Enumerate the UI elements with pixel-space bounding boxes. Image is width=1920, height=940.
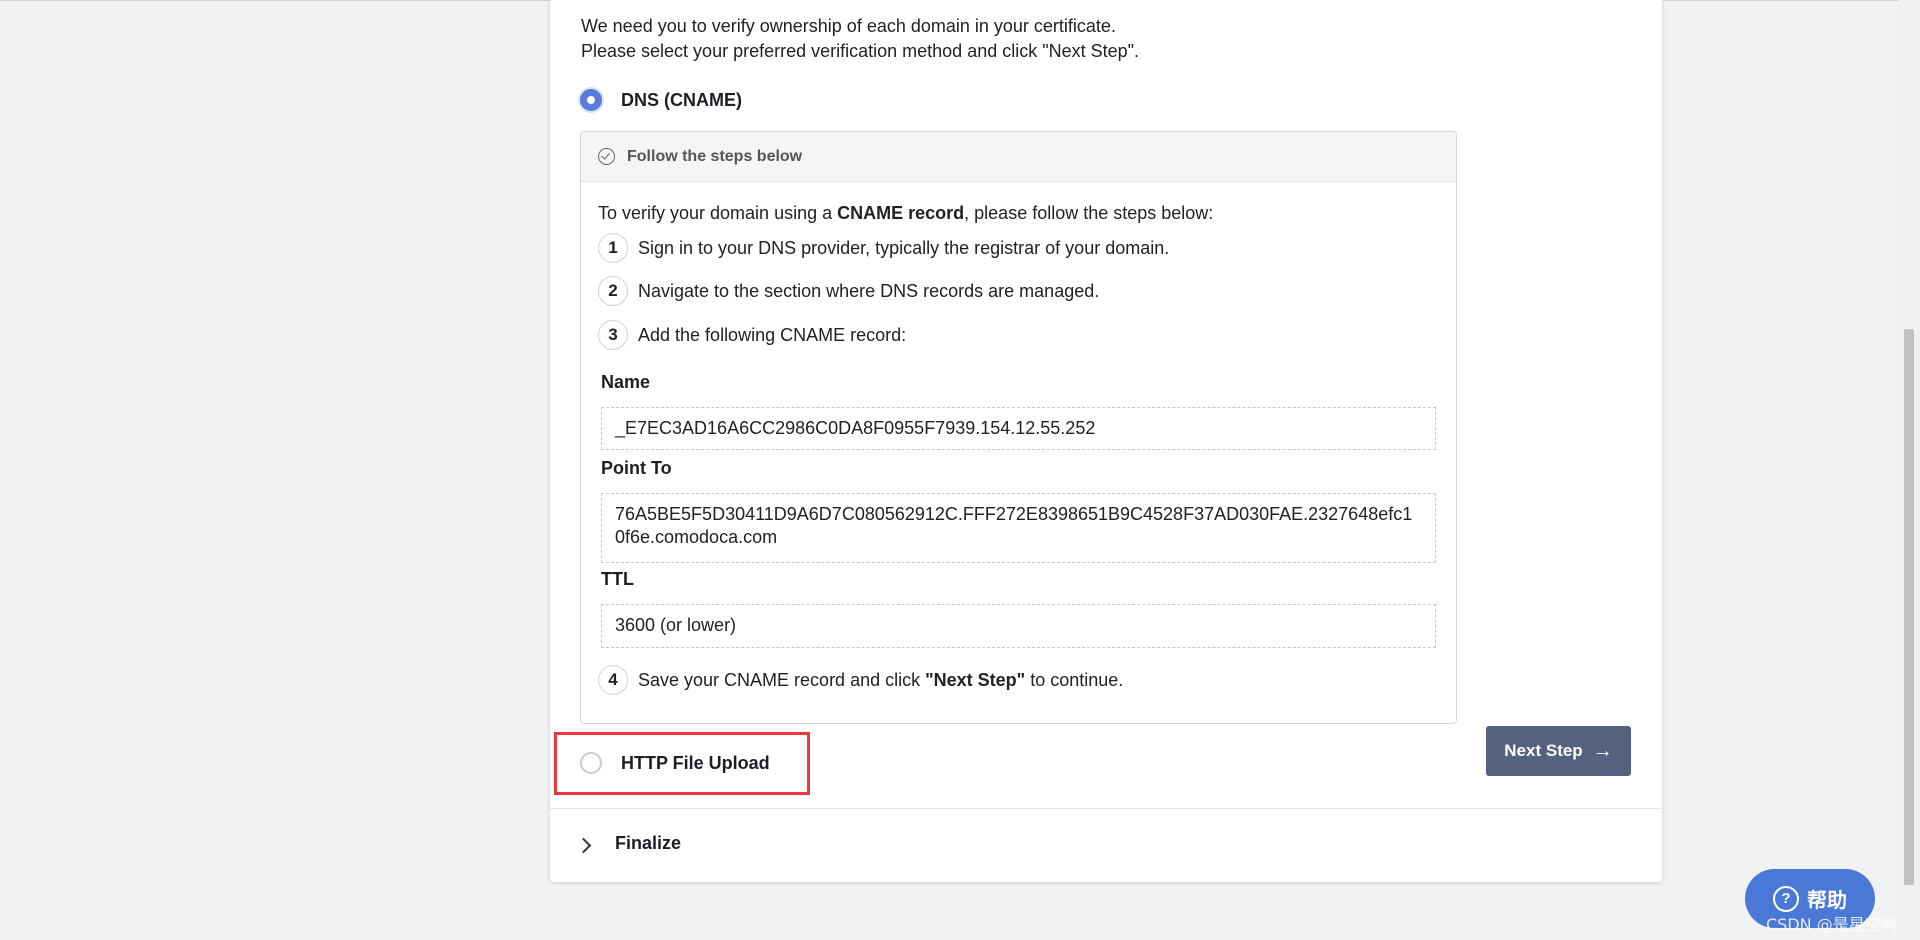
- finalize-section-toggle[interactable]: Finalize: [575, 833, 682, 854]
- step-number: 2: [598, 276, 628, 306]
- http-radio-label[interactable]: HTTP File Upload: [621, 753, 770, 774]
- dns-radio-label[interactable]: DNS (CNAME): [621, 90, 742, 111]
- step-1: 1 Sign in to your DNS provider, typicall…: [598, 233, 1169, 263]
- step-4: 4 Save your CNAME record and click "Next…: [598, 665, 1123, 695]
- instructions-text-bold: CNAME record: [837, 203, 965, 223]
- dns-radio[interactable]: [580, 89, 602, 111]
- name-value-field[interactable]: _E7EC3AD16A6CC2986C0DA8F0955F7939.154.12…: [601, 407, 1436, 450]
- verification-card: We need you to verify ownership of each …: [550, 0, 1662, 882]
- panel-header-title: Follow the steps below: [627, 147, 803, 165]
- step-text: Add the following CNAME record:: [638, 324, 907, 345]
- step-text: Sign in to your DNS provider, typically …: [638, 237, 1170, 258]
- ttl-value-field[interactable]: 3600 (or lower): [601, 604, 1436, 648]
- next-step-label: Next Step: [1504, 741, 1583, 760]
- scrollbar-thumb[interactable]: [1904, 329, 1914, 885]
- point-to-value-field[interactable]: 76A5BE5F5D30411D9A6D7C080562912C.FFF272E…: [601, 493, 1436, 563]
- help-label: 帮助: [1807, 890, 1847, 912]
- name-label: Name: [601, 372, 651, 392]
- step-4-text-post: to continue.: [1025, 669, 1124, 690]
- step-4-text-pre: Save your CNAME record and click: [638, 669, 926, 690]
- step-number: 1: [598, 233, 628, 263]
- check-circle-icon: [598, 148, 615, 165]
- dns-method-option[interactable]: DNS (CNAME): [580, 89, 742, 111]
- section-divider: [550, 808, 1662, 809]
- cname-instructions: To verify your domain using a CNAME reco…: [598, 203, 1213, 224]
- step-number: 4: [598, 665, 628, 695]
- step-text: Navigate to the section where DNS record…: [638, 280, 1100, 301]
- intro-line-2: Please select your preferred verificatio…: [581, 41, 1140, 61]
- http-radio[interactable]: [580, 752, 602, 774]
- step-3: 3 Add the following CNAME record:: [598, 320, 906, 350]
- panel-header: Follow the steps below: [581, 132, 1456, 182]
- step-text: Save your CNAME record and click "Next S…: [638, 670, 1123, 691]
- ttl-label: TTL: [601, 569, 634, 589]
- instructions-text-post: , please follow the steps below:: [964, 203, 1214, 223]
- next-step-button[interactable]: Next Step →: [1486, 726, 1631, 776]
- intro-line-1: We need you to verify ownership of each …: [581, 16, 1116, 36]
- http-method-option[interactable]: HTTP File Upload: [580, 752, 770, 774]
- point-to-label: Point To: [601, 458, 672, 478]
- intro-text: We need you to verify ownership of each …: [581, 14, 1139, 64]
- arrow-right-icon: →: [1592, 740, 1613, 762]
- watermark-text: CSDN @是星空鸭: [1766, 915, 1897, 934]
- question-circle-icon: ?: [1773, 885, 1799, 912]
- step-number: 3: [598, 320, 628, 350]
- steps-panel: Follow the steps below To verify your do…: [580, 131, 1457, 724]
- chevron-right-icon: [575, 837, 592, 854]
- step-2: 2 Navigate to the section where DNS reco…: [598, 276, 1099, 306]
- instructions-text-pre: To verify your domain using a: [598, 203, 838, 223]
- step-4-text-bold: "Next Step": [925, 669, 1026, 690]
- finalize-label: Finalize: [615, 833, 682, 853]
